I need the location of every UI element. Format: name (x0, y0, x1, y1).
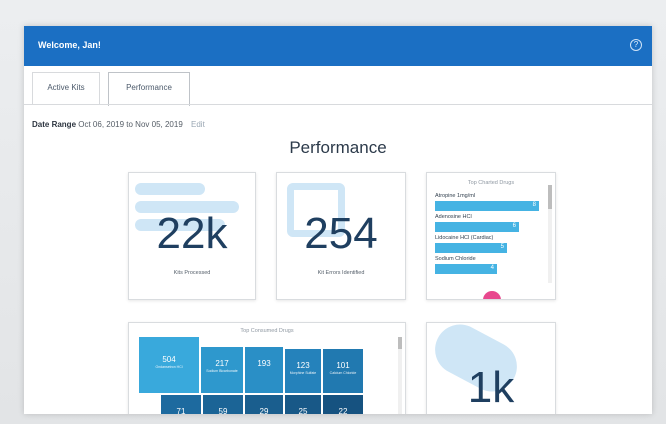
scrollbar-thumb[interactable] (398, 337, 402, 349)
page-title: Performance (289, 138, 387, 157)
treemap-label: Ondansetron HCl (155, 365, 183, 369)
kits-processed-value: 22k (156, 209, 228, 258)
treemap-value: 193 (257, 359, 271, 368)
treemap-label: Morphine Sulfate (289, 371, 317, 375)
treemap-cell[interactable]: 123 Morphine Sulfate (285, 349, 321, 393)
treemap-value: 22 (338, 407, 348, 414)
date-range-edit-link[interactable]: Edit (191, 120, 205, 129)
kits-processed-label: Kits Processed (173, 270, 211, 276)
list-item: Atropine 1mg/ml 8 (435, 193, 547, 214)
drug-bar: 6 (435, 222, 519, 232)
treemap-label: Sodium Bicarbonate (206, 369, 238, 373)
treemap-cell[interactable]: 59 (203, 395, 243, 414)
treemap-cell[interactable]: 29 (245, 395, 283, 414)
drug-count: 6 (512, 223, 516, 229)
app-window: Welcome, Jan! ? Active Kits Performance … (24, 26, 652, 414)
accent-dot-icon (483, 291, 501, 299)
top-charted-list: Atropine 1mg/ml 8 Adenosine HCl 6 Lidoca… (435, 193, 547, 277)
help-icon[interactable]: ? (630, 39, 642, 51)
drug-count: 4 (490, 265, 494, 271)
treemap-value: 25 (298, 407, 308, 414)
kit-errors-card[interactable]: 254 Kit Errors Identified (276, 172, 406, 300)
drug-name: Atropine 1mg/ml (435, 193, 476, 199)
treemap-cell[interactable]: 25 (285, 395, 321, 414)
top-charted-title: Top Charted Drugs (467, 180, 515, 186)
kits-processed-card[interactable]: 22k Kits Processed (128, 172, 256, 300)
tab-performance[interactable]: Performance (108, 72, 190, 106)
scrollbar[interactable] (398, 337, 402, 414)
drug-bar: 8 (435, 201, 539, 211)
treemap-value: 59 (218, 407, 228, 414)
list-item: Lidocaine HCl (Cardiac) 5 (435, 235, 547, 256)
drug-name: Lidocaine HCl (Cardiac) (435, 235, 494, 241)
drug-count: 5 (500, 244, 504, 250)
scrollbar-thumb[interactable] (548, 185, 552, 209)
treemap-value: 29 (259, 407, 269, 414)
drug-bar: 4 (435, 264, 497, 274)
treemap-value: 101 (336, 361, 350, 370)
card-illustration-icon (135, 183, 205, 195)
drug-bar: 5 (435, 243, 507, 253)
welcome-text: Welcome, Jan! (38, 40, 101, 50)
treemap-cell[interactable]: 101 Calcium Chloride (323, 349, 363, 393)
top-consumed-drugs-card: Top Consumed Drugs 504 Ondansetron HCl 2… (128, 322, 406, 414)
header-bar: Welcome, Jan! ? (24, 26, 652, 66)
kit-errors-value: 254 (304, 209, 378, 258)
drug-name: Adenosine HCl (435, 214, 472, 220)
date-range: Date Range Oct 06, 2019 to Nov 05, 2019 … (32, 120, 205, 129)
treemap-value: 504 (162, 355, 176, 364)
date-range-label: Date Range (32, 120, 77, 129)
tab-divider (24, 104, 652, 105)
treemap-value: 123 (296, 361, 310, 370)
date-range-value: Oct 06, 2019 to Nov 05, 2019 (78, 120, 183, 129)
top-charted-drugs-card: Top Charted Drugs Atropine 1mg/ml 8 Aden… (426, 172, 556, 300)
kit-errors-label: Kit Errors Identified (317, 270, 365, 276)
drug-count: 8 (532, 202, 536, 208)
list-item: Sodium Chloride 4 (435, 256, 547, 277)
scrollbar[interactable] (548, 185, 552, 283)
treemap-cell[interactable]: 193 (245, 347, 283, 393)
treemap-cell[interactable]: 217 Sodium Bicarbonate (201, 347, 243, 393)
list-item: Adenosine HCl 6 (435, 214, 547, 235)
tab-active-kits[interactable]: Active Kits (32, 72, 100, 104)
treemap-cell[interactable]: 22 (323, 395, 363, 414)
drug-name: Sodium Chloride (435, 256, 476, 262)
treemap-label: Calcium Chloride (329, 371, 357, 375)
treemap-value: 217 (215, 359, 229, 368)
fourth-metric-value: 1k (467, 363, 515, 412)
fourth-metric-card[interactable]: 1k (426, 322, 556, 414)
treemap-cell[interactable]: 71 (161, 395, 201, 414)
treemap-value: 71 (176, 407, 186, 414)
top-consumed-title: Top Consumed Drugs (240, 328, 294, 334)
treemap-cell[interactable]: 504 Ondansetron HCl (139, 337, 199, 393)
